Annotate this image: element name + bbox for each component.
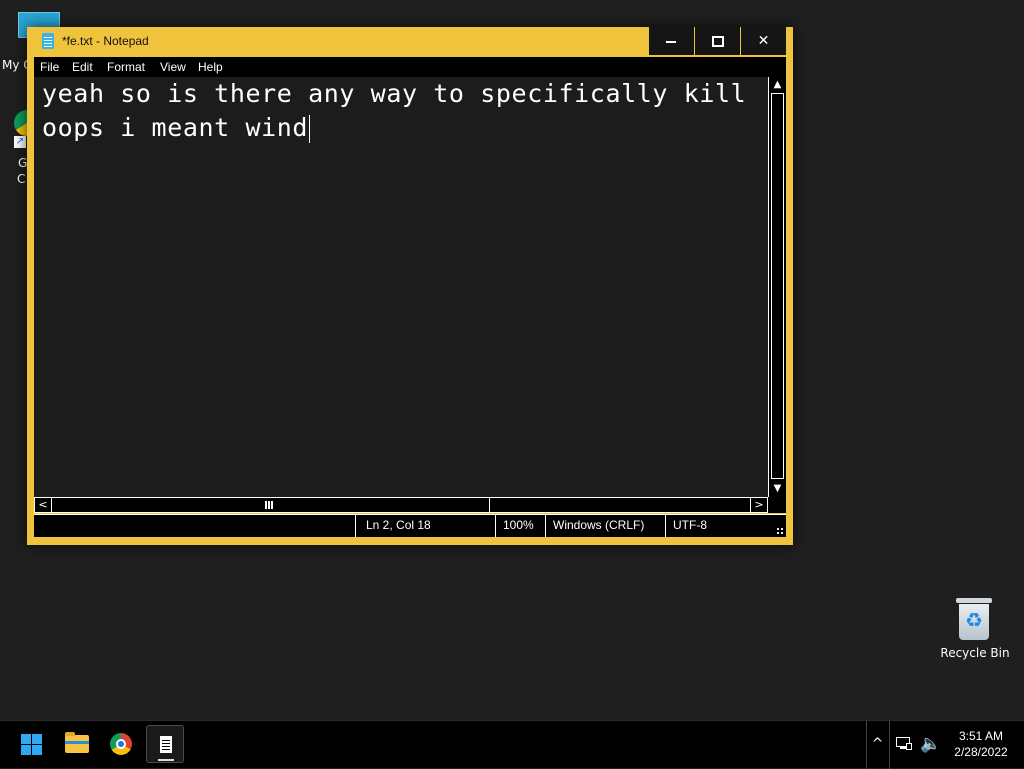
desktop-icon-label: G [18, 156, 28, 170]
vertical-scrollbar[interactable]: ▲ ▼ [768, 77, 786, 497]
status-line-col: Ln 2, Col 18 [355, 515, 495, 537]
menu-help[interactable]: Help [198, 60, 223, 74]
menu-edit[interactable]: Edit [72, 60, 93, 74]
taskbar: ^ 🔈 3:51 AM 2/28/2022 [0, 720, 1024, 769]
window-title: *fe.txt - Notepad [62, 34, 149, 48]
notepad-window: *fe.txt - Notepad ✕ File Edit Format Vie… [27, 27, 793, 545]
recycle-bin-icon: ♻ [956, 598, 992, 640]
clock-date: 2/28/2022 [954, 745, 1008, 759]
editor-line: oops i meant wind [42, 113, 311, 143]
grip-icon [265, 501, 273, 509]
menu-file[interactable]: File [40, 60, 59, 74]
clock[interactable]: 3:51 AM 2/28/2022 [948, 728, 1014, 760]
folder-icon [65, 732, 89, 753]
menu-format[interactable]: Format [107, 60, 145, 74]
status-encoding: UTF-8 [665, 515, 786, 537]
scroll-left-icon[interactable]: < [35, 498, 52, 512]
chrome-icon [110, 733, 132, 755]
scrollbar-thumb[interactable] [52, 498, 490, 512]
status-zoom: 100% [495, 515, 545, 537]
scroll-right-icon[interactable]: > [750, 498, 767, 512]
scroll-down-icon[interactable]: ▼ [769, 481, 786, 497]
volume-icon[interactable]: 🔈 [920, 733, 942, 755]
status-line-ending: Windows (CRLF) [545, 515, 665, 537]
desktop-icon-label: C [17, 172, 26, 186]
horizontal-scrollbar[interactable]: < > [34, 497, 768, 513]
notepad-icon [160, 736, 172, 753]
menu-bar: File Edit Format View Help [34, 57, 786, 77]
text-cursor [309, 115, 311, 143]
status-bar: Ln 2, Col 18 100% Windows (CRLF) UTF-8 [34, 514, 786, 537]
editor-line: yeah so is there any way to specifically… [42, 79, 747, 108]
taskbar-notepad[interactable] [146, 725, 184, 763]
minimize-button[interactable] [649, 27, 694, 55]
clock-time: 3:51 AM [958, 729, 1004, 743]
scrollbar-track[interactable] [771, 93, 784, 479]
show-hidden-icons-button[interactable]: ^ [866, 721, 888, 769]
scrollbar-corner [768, 497, 786, 513]
network-icon[interactable] [896, 735, 914, 755]
tray-divider [889, 721, 890, 769]
resize-grip-icon[interactable] [776, 527, 784, 535]
scroll-up-icon[interactable]: ▲ [769, 77, 786, 93]
maximize-button[interactable] [695, 27, 740, 55]
notepad-icon [42, 33, 54, 49]
taskbar-file-explorer[interactable] [58, 725, 96, 763]
shortcut-arrow-icon: ↗ [14, 136, 26, 148]
title-bar[interactable]: *fe.txt - Notepad ✕ [27, 27, 793, 57]
text-editor[interactable]: yeah so is there any way to specifically… [34, 77, 768, 497]
taskbar-chrome[interactable] [102, 725, 140, 763]
desktop-icon-label: Recycle Bin [940, 646, 1010, 660]
start-button[interactable] [14, 725, 52, 763]
menu-view[interactable]: View [160, 60, 186, 74]
close-button[interactable]: ✕ [741, 27, 786, 55]
